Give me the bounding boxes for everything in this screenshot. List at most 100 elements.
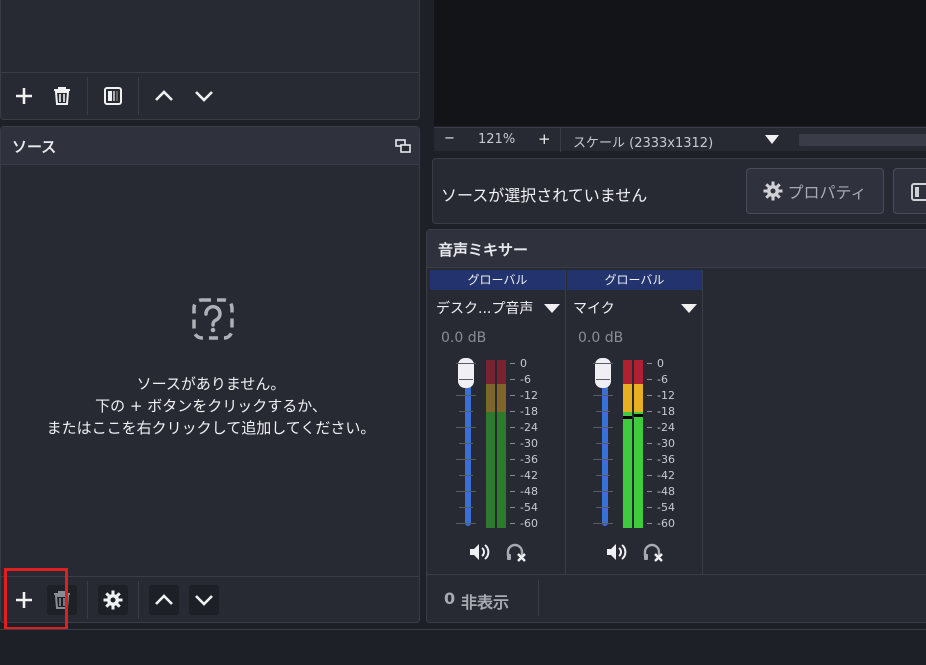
- meter-scale-label: -42: [657, 469, 675, 482]
- channel-db-value: 0.0 dB: [441, 330, 487, 346]
- plus-icon: [16, 88, 32, 104]
- question-icon: [191, 297, 235, 341]
- slider-scale-tick: [593, 491, 613, 492]
- meter-scale-label: -54: [520, 501, 538, 514]
- sources-properties-button[interactable]: [98, 585, 128, 615]
- slider-scale-tick: [456, 491, 476, 492]
- scenes-move-up-button[interactable]: [149, 81, 179, 111]
- hidden-label: 非表示: [461, 593, 510, 612]
- meter-scale-label: -6: [657, 373, 668, 386]
- meter-scale-label: -42: [520, 469, 538, 482]
- channel-name-dropdown[interactable]: マイク: [567, 292, 702, 320]
- monitor-off-icon[interactable]: [505, 542, 527, 562]
- level-meter-left: [486, 360, 495, 528]
- slider-scale-tick: [596, 411, 610, 412]
- meter-scale-label: -18: [520, 405, 538, 418]
- level-meter-left: [623, 360, 632, 528]
- meter-scale-tick: [510, 427, 515, 428]
- meter-scale-label: -6: [520, 373, 531, 386]
- mixer-channel-strip: グローバル デスク...プ音声 0.0 dB 0 -6 -12 -18 -24 …: [430, 270, 566, 574]
- meter-scale-label: -54: [657, 501, 675, 514]
- slider-scale-tick: [456, 395, 476, 396]
- slider-scale-tick: [593, 363, 613, 364]
- slider-scale-tick: [596, 507, 610, 508]
- scenes-panel: [0, 0, 420, 120]
- meter-scale-label: -30: [520, 437, 538, 450]
- gear-icon: [103, 590, 123, 610]
- slider-scale-tick: [459, 443, 473, 444]
- meter-scale-tick: [510, 379, 515, 380]
- scale-dropdown[interactable]: スケール (2333x1312): [560, 128, 790, 152]
- global-tag: グローバル: [430, 270, 565, 290]
- meter-scale-label: 0: [520, 357, 527, 370]
- volume-slider[interactable]: [458, 358, 478, 530]
- gear-icon: [763, 181, 783, 201]
- zoom-in-button[interactable]: +: [538, 130, 551, 148]
- trash-icon: [54, 87, 70, 105]
- global-tag: グローバル: [567, 270, 702, 290]
- highlight-box: [4, 568, 68, 630]
- properties-button[interactable]: プロパティ: [746, 168, 884, 214]
- scenes-divider: [1, 72, 419, 73]
- properties-button-label: プロパティ: [787, 183, 867, 202]
- slider-scale-tick: [456, 427, 476, 428]
- slider-scale-tick: [593, 459, 613, 460]
- slider-scale-tick: [459, 411, 473, 412]
- slider-scale-tick: [456, 363, 476, 364]
- meter-scale-tick: [647, 459, 652, 460]
- empty-line-3: またはここを右クリックして追加してください。: [46, 419, 376, 437]
- hidden-toggle-button[interactable]: 0 非表示: [433, 580, 539, 616]
- meter-scale-tick: [647, 411, 652, 412]
- scenes-filter-button[interactable]: [98, 81, 128, 111]
- chevron-up-icon: [155, 90, 173, 101]
- filters-button[interactable]: [893, 168, 926, 214]
- zoom-out-button[interactable]: −: [444, 131, 455, 146]
- dropdown-arrow-icon: [544, 304, 560, 313]
- scenes-remove-button[interactable]: [47, 81, 77, 111]
- slider-scale-tick: [593, 427, 613, 428]
- slider-scale-tick: [596, 443, 610, 444]
- audio-mixer-panel: 音声ミキサー グローバル デスク...プ音声 0.0 dB 0 -6 -12 -…: [426, 229, 926, 623]
- sources-move-down-button[interactable]: [189, 585, 219, 615]
- preview-zoom-bar: − 121% + スケール (2333x1312): [434, 127, 926, 152]
- sources-empty-message: ソースがありません。 下の + ボタンをクリックするか、 またはここを右クリック…: [1, 373, 421, 439]
- meter-scale-label: -12: [520, 389, 538, 402]
- meter-scale-label: -48: [520, 485, 538, 498]
- filter-icon: [911, 183, 926, 201]
- meter-scale-tick: [510, 523, 515, 524]
- speaker-icon[interactable]: [605, 542, 629, 562]
- meter-scale-tick: [510, 411, 515, 412]
- monitor-off-icon[interactable]: [642, 542, 664, 562]
- toolbar-separator: [87, 77, 88, 115]
- channel-name-dropdown[interactable]: デスク...プ音声: [430, 292, 565, 320]
- volume-slider[interactable]: [595, 358, 615, 530]
- meter-scale-tick: [647, 379, 652, 380]
- zoom-level: 121%: [478, 132, 516, 147]
- meter-scale-tick: [647, 395, 652, 396]
- toolbar-separator: [138, 581, 139, 619]
- meter-scale-label: -12: [657, 389, 675, 402]
- sources-move-up-button[interactable]: [149, 585, 179, 615]
- scenes-toolbar: [9, 77, 219, 115]
- meter-scale-tick: [510, 395, 515, 396]
- meter-scale-tick: [510, 507, 515, 508]
- meter-scale-label: -24: [657, 421, 675, 434]
- level-meter-right: [634, 360, 643, 528]
- horizontal-scrollbar[interactable]: [799, 134, 926, 146]
- meter-scale-label: -48: [657, 485, 675, 498]
- meter-scale-tick: [647, 475, 652, 476]
- audio-mixer-title: 音声ミキサー: [438, 241, 529, 259]
- scale-label: スケール (2333x1312): [573, 136, 714, 151]
- scenes-move-down-button[interactable]: [189, 81, 219, 111]
- slider-scale-tick: [459, 379, 473, 380]
- channel-db-value: 0.0 dB: [578, 330, 624, 346]
- speaker-icon[interactable]: [468, 542, 492, 562]
- sources-title: ソース: [12, 138, 57, 156]
- empty-line-1: ソースがありません。: [136, 375, 286, 393]
- dropdown-arrow-icon: [765, 135, 779, 144]
- slider-scale-tick: [596, 475, 610, 476]
- undock-icon[interactable]: [395, 139, 411, 153]
- level-meter-right: [497, 360, 506, 528]
- meter-scale-tick: [647, 363, 652, 364]
- scenes-add-button[interactable]: [9, 81, 39, 111]
